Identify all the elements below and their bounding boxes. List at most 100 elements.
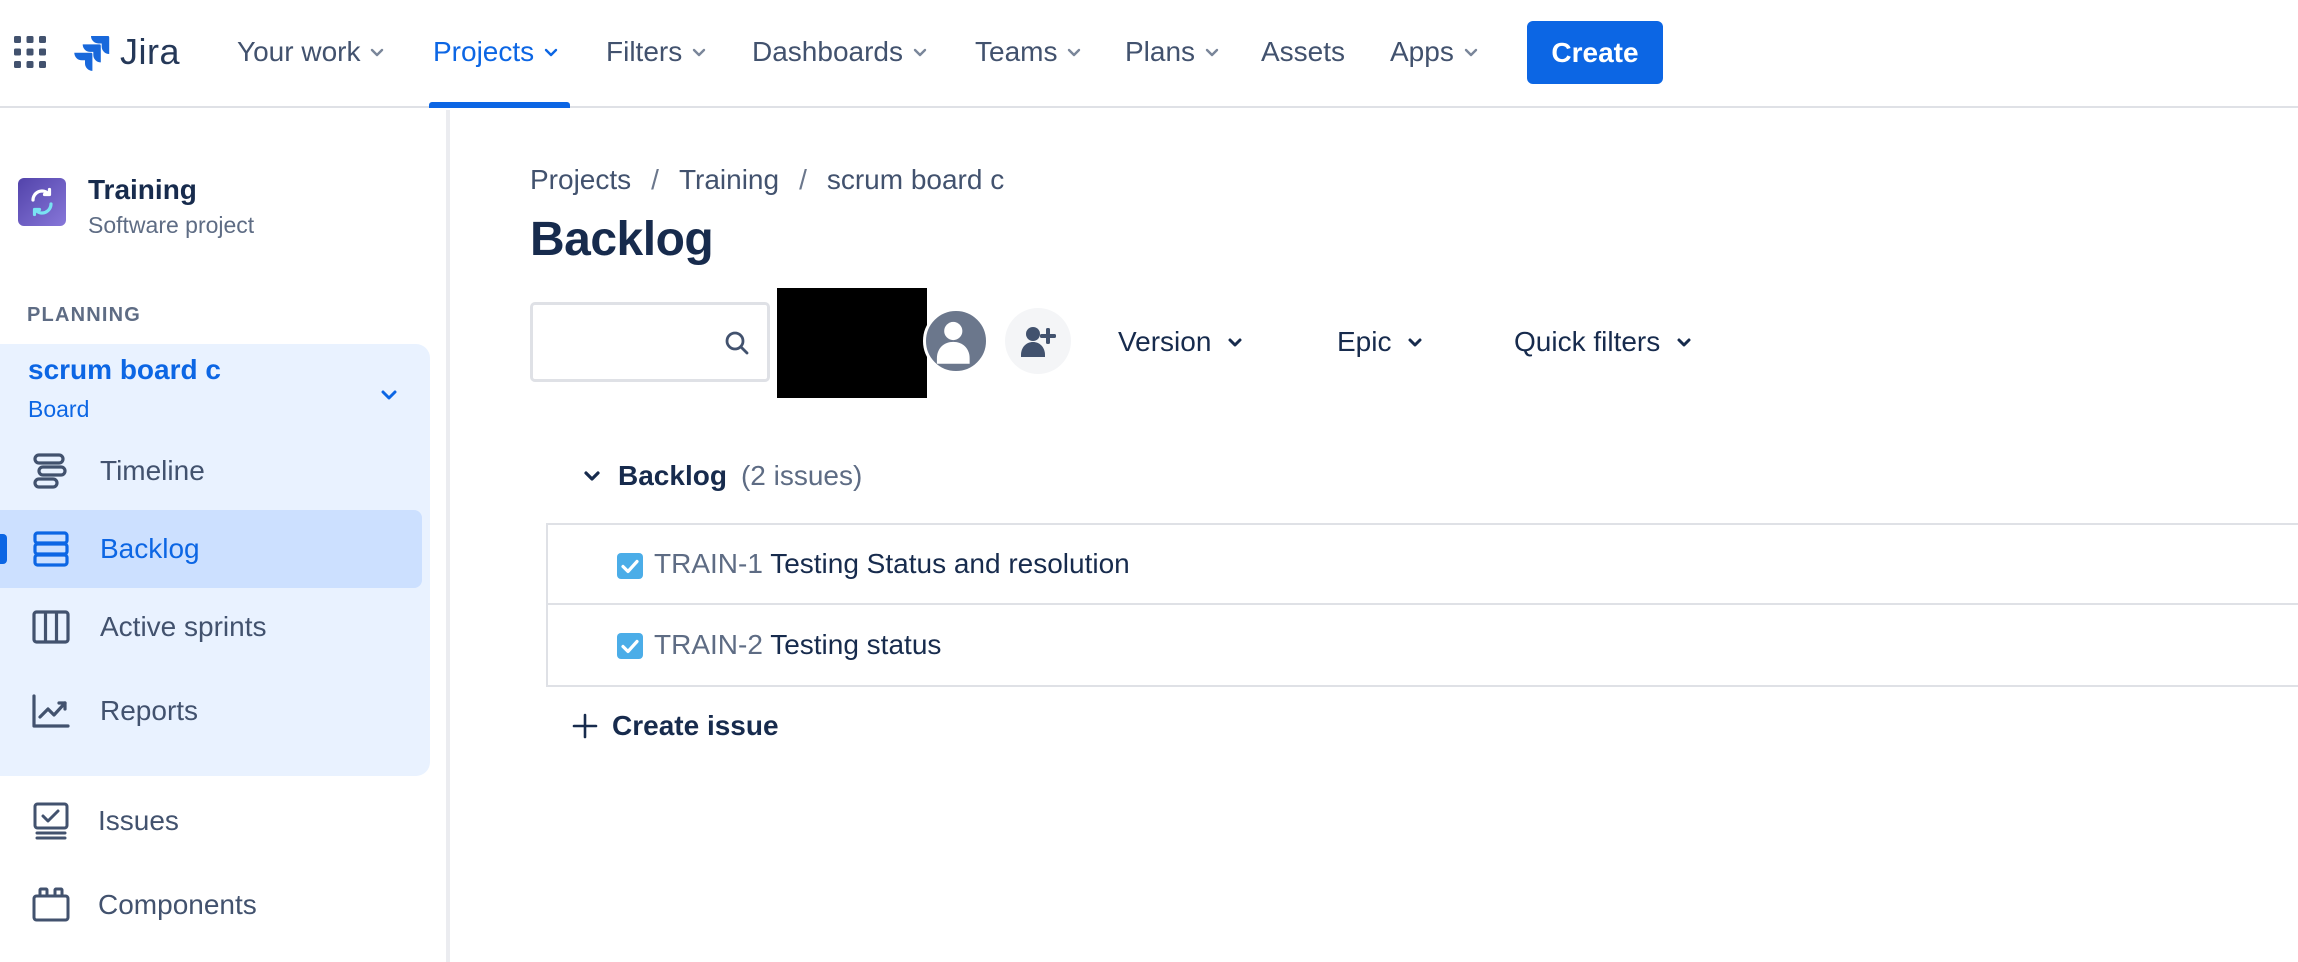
nav-your-work[interactable]: Your work [237,30,386,74]
issue-key: TRAIN-1 [654,548,763,579]
nav-plans[interactable]: Plans [1125,30,1221,74]
plus-icon [572,713,598,739]
create-issue-button[interactable]: Create issue [570,706,779,746]
planning-section-label: PLANNING [27,304,142,326]
task-checkbox-icon [617,633,643,659]
task-checkbox-icon [617,553,643,579]
chevron-down-icon [913,48,927,57]
nav-teams-label: Teams [975,36,1058,67]
issue-key-summary: TRAIN-2 Testing status [654,629,941,661]
nav-teams[interactable]: Teams [975,30,1083,74]
create-button[interactable]: Create [1527,21,1663,84]
breadcrumb: Projects / Training / scrum board c [530,164,1004,196]
chevron-down-icon[interactable] [580,464,604,488]
nav-assets[interactable]: Assets [1261,30,1345,74]
backlog-search-box[interactable] [530,302,770,382]
issue-key: TRAIN-2 [654,629,763,660]
chevron-down-icon [1068,48,1081,57]
sidebar-item-label: Reports [100,695,199,726]
create-issue-label: Create issue [612,710,779,741]
chevron-down-icon [1677,338,1691,347]
nav-apps[interactable]: Apps [1390,30,1480,74]
backlog-section-title: Backlog [618,460,727,491]
add-user-icon [1021,327,1056,357]
sidebar-item-active-sprints[interactable]: Active sprints [0,588,422,666]
quick-filters[interactable]: Quick filters [1514,316,1694,368]
board-subtitle: Board [28,396,90,422]
board-columns-icon [32,610,70,644]
backlog-section-header: Backlog (2 issues) [580,460,862,492]
board-selector[interactable]: scrum board c Board [0,344,430,430]
breadcrumb-training[interactable]: Training [679,164,779,196]
components-icon [32,887,70,922]
board-group: scrum board c Board Timeline Backlog Act… [0,344,430,776]
epic-filter[interactable]: Epic [1337,316,1425,368]
project-header[interactable]: Training Software project [18,172,254,239]
backlog-icon [33,531,69,567]
sidebar-item-backlog[interactable]: Backlog [0,510,422,588]
epic-filter-label: Epic [1337,326,1392,357]
nav-filters[interactable]: Filters [606,30,708,74]
nav-dashboards-label: Dashboards [752,36,903,67]
nav-active-indicator [429,102,570,108]
sidebar-item-label: Timeline [100,455,205,486]
breadcrumb-projects[interactable]: Projects [530,164,631,196]
sidebar-item-issues[interactable]: Issues [0,782,440,860]
page-title: Backlog [530,213,714,266]
nav-dashboards[interactable]: Dashboards [752,30,929,74]
sidebar-item-label: Components [98,889,257,920]
nav-apps-label: Apps [1390,36,1454,67]
chevron-down-icon [1228,338,1242,347]
nav-plans-label: Plans [1125,36,1196,67]
jira-logo-icon [74,36,110,71]
chevron-down-icon [1205,48,1219,57]
nav-projects[interactable]: Projects [433,30,560,74]
issue-key-summary: TRAIN-1 Testing Status and resolution [654,548,1130,580]
chevron-down-icon [544,48,558,57]
reports-chart-icon [32,694,70,728]
project-type: Software project [88,212,255,238]
issue-summary: Testing Status and resolution [770,548,1130,579]
breadcrumb-board[interactable]: scrum board c [827,164,1004,196]
nav-assets-label: Assets [1261,36,1346,67]
app-switcher-grid-icon[interactable] [12,34,48,70]
sidebar-item-reports[interactable]: Reports [0,672,422,750]
board-name: scrum board c [28,354,221,385]
project-sidebar: Training Software project PLANNING scrum… [0,110,450,962]
user-silhouette-icon [936,321,970,364]
sidebar-item-label: Active sprints [100,611,267,642]
issues-icon [33,802,69,840]
jira-logo-text: Jira [120,31,181,72]
breadcrumb-separator: / [799,164,807,195]
top-navigation: Jira Your work Projects Filters Dashboar… [0,0,2298,108]
breadcrumb-separator: / [651,164,659,195]
issue-summary: Testing status [770,629,942,660]
timeline-icon [33,453,67,489]
project-name: Training [88,174,197,205]
jira-logo[interactable]: Jira [72,30,180,74]
version-filter-label: Version [1118,326,1212,357]
quick-filters-label: Quick filters [1514,326,1661,357]
chevron-down-icon [1464,48,1478,57]
chevron-down-icon [1408,338,1422,347]
nav-projects-label: Projects [433,36,535,67]
version-filter[interactable]: Version [1118,316,1245,368]
nav-your-work-label: Your work [237,36,361,67]
search-icon [725,331,749,355]
redacted-region [777,288,927,398]
add-people-button[interactable] [1005,308,1071,374]
chevron-down-icon [381,390,397,400]
issue-row[interactable]: TRAIN-1 Testing Status and resolution [548,525,2298,605]
sidebar-item-label: Issues [98,805,179,836]
sidebar-item-label: Backlog [100,533,200,564]
sidebar-item-components[interactable]: Components [0,866,440,944]
nav-filters-label: Filters [606,36,683,67]
backlog-search-input[interactable] [543,315,713,369]
project-sync-icon [18,178,66,226]
backlog-issue-count: (2 issues) [740,460,863,491]
selected-indicator [0,534,7,564]
user-avatar[interactable] [923,308,989,374]
sidebar-item-timeline[interactable]: Timeline [0,432,422,510]
chevron-down-icon [371,48,384,57]
issue-row[interactable]: TRAIN-2 Testing status [548,605,2298,685]
